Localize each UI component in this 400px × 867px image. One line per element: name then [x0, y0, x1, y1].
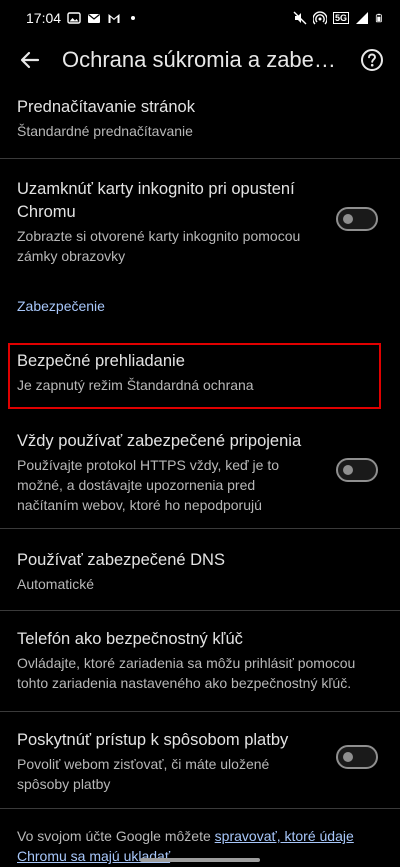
setting-subtitle: Štandardné prednačítavanie [17, 123, 193, 139]
divider [0, 158, 400, 159]
payment-toggle[interactable] [336, 745, 378, 769]
https-toggle[interactable] [336, 458, 378, 482]
setting-title: Používať zabezpečené DNS [17, 551, 225, 569]
setting-title: Uzamknúť karty inkognito pri opustení Ch… [17, 180, 295, 221]
setting-security-key[interactable]: Telefón ako bezpečnostný kľúč Ovládajte,… [0, 628, 400, 693]
setting-subtitle: Ovládajte, ktoré zariadenia sa môžu prih… [17, 655, 356, 691]
setting-text: Poskytnúť prístup k spôsobom platby Povo… [17, 729, 317, 794]
divider [0, 808, 400, 809]
divider [0, 528, 400, 529]
status-time: 17:04 [26, 10, 62, 26]
section-header-security: Zabezpečenie [17, 298, 105, 314]
setting-preload[interactable]: Prednačítavanie stránok Štandardné predn… [0, 96, 400, 141]
battery-icon [375, 13, 382, 23]
toggle-knob [343, 752, 353, 762]
setting-title: Prednačítavanie stránok [17, 98, 195, 116]
divider [0, 610, 400, 611]
setting-subtitle: Používajte protokol HTTPS vždy, keď je t… [17, 457, 280, 513]
toggle-knob [343, 465, 353, 475]
status-right: 5G [293, 11, 384, 25]
page-title: Ochrana súkromia a zabe… [62, 47, 336, 72]
incognito-lock-toggle[interactable] [336, 207, 378, 231]
gmail-icon [108, 14, 120, 23]
navigation-handle[interactable] [140, 858, 260, 862]
arrow-left-icon [20, 51, 40, 69]
setting-secure-dns[interactable]: Používať zabezpečené DNS Automatické [0, 549, 400, 594]
help-button[interactable] [358, 46, 386, 74]
notification-dot-icon [131, 16, 136, 20]
toggle-knob [343, 214, 353, 224]
status-bar: 17:04 5G [0, 0, 400, 36]
back-button[interactable] [14, 44, 46, 76]
mail-icon [88, 14, 101, 23]
setting-subtitle: Automatické [17, 576, 95, 592]
signal-icon [356, 12, 368, 24]
setting-text: Uzamknúť karty inkognito pri opustení Ch… [17, 178, 317, 266]
help-circle-icon [361, 49, 383, 71]
network-type: 5G [332, 12, 349, 24]
setting-text: Vždy používať zabezpečené pripojenia Pou… [17, 430, 317, 515]
setting-title: Vždy používať zabezpečené pripojenia [17, 432, 302, 450]
divider [0, 711, 400, 712]
app-bar: Ochrana súkromia a zabe… [0, 36, 400, 84]
status-left: 17:04 [26, 10, 136, 26]
gallery-icon [67, 12, 81, 24]
setting-title: Poskytnúť prístup k spôsobom platby [17, 731, 289, 749]
highlight-box [8, 343, 381, 409]
setting-subtitle: Zobrazte si otvorené karty inkognito pom… [17, 228, 301, 264]
setting-subtitle: Povoliť webom zisťovať, či máte uložené … [17, 756, 270, 792]
footer-text-prefix: Vo svojom účte Google môžete [17, 828, 215, 844]
setting-title: Telefón ako bezpečnostný kľúč [17, 630, 243, 648]
hotspot-icon [312, 11, 327, 25]
mute-icon [293, 11, 307, 25]
